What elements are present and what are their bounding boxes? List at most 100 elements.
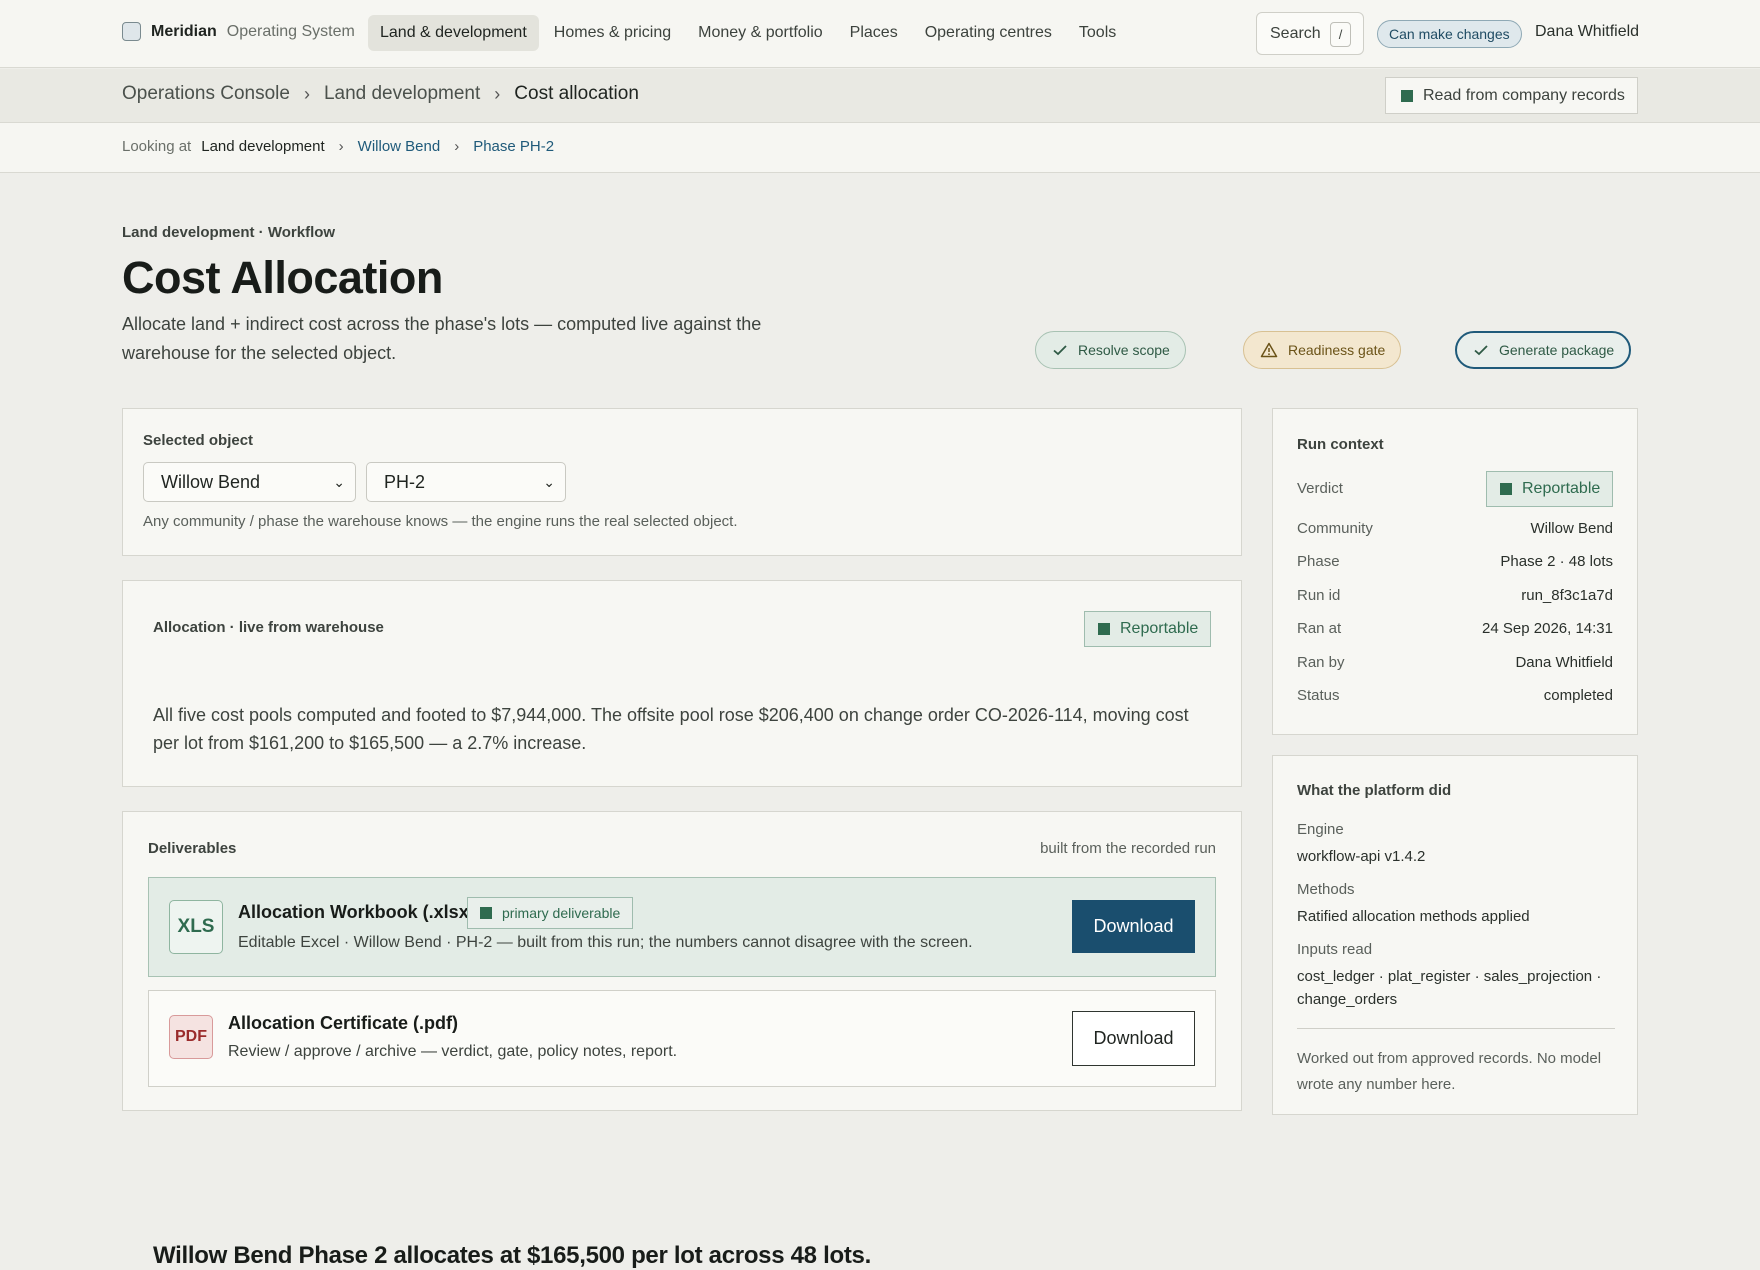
page-eyebrow: Land development · Workflow (122, 224, 336, 241)
chevron-down-icon: ⌄ (333, 474, 345, 490)
download-certificate-button[interactable]: Download (1072, 1011, 1195, 1066)
nav-places[interactable]: Places (838, 15, 910, 51)
run-row: Community Willow Bend (1297, 520, 1613, 542)
platform-footnote: Worked out from approved records. No mod… (1297, 1050, 1602, 1093)
run-row: Phase Phase 2 · 48 lots (1297, 553, 1613, 575)
run-row-key: Status (1297, 687, 1340, 704)
methods-label: Methods (1297, 881, 1355, 898)
brand-logo-icon (122, 22, 141, 41)
search-label: Search (1270, 24, 1321, 42)
selected-object-panel: Selected object Willow Bend ⌄ PH-2 ⌄ Any… (122, 408, 1242, 556)
step-resolve-scope[interactable]: Resolve scope (1035, 331, 1186, 369)
search-button[interactable]: Search / (1256, 12, 1364, 55)
primary-tag-label: primary deliverable (502, 905, 621, 921)
nav-operating-centres[interactable]: Operating centres (913, 15, 1064, 51)
run-row: Run id run_8f3c1a7d (1297, 587, 1613, 609)
run-row-value: completed (1543, 687, 1613, 704)
deliverables-note: built from the recorded run (1040, 840, 1216, 857)
context-label: Looking at (122, 138, 192, 155)
top-nav: Meridian Operating System Land & develop… (0, 0, 1760, 68)
step-generate-package[interactable]: Generate package (1455, 331, 1632, 369)
allocation-panel: Allocation · live from warehouse Reporta… (122, 580, 1242, 1269)
step-label: Generate package (1499, 342, 1615, 358)
primary-nav: Land & development Homes & pricing Money… (368, 15, 1131, 51)
chevron-right-icon: › (454, 138, 460, 155)
step-readiness-gate[interactable]: Readiness gate (1243, 331, 1402, 369)
breadcrumb: Operations Console › Land development › … (122, 83, 639, 105)
run-row: Status completed (1297, 687, 1613, 709)
context-community-link[interactable]: Willow Bend (358, 138, 441, 155)
community-select[interactable]: Willow Bend ⌄ (143, 462, 356, 502)
run-row-value: 24 Sep 2026, 14:31 (1482, 620, 1613, 637)
download-workbook-button[interactable]: Download (1072, 900, 1195, 953)
run-row-key: Ran at (1297, 620, 1342, 637)
run-row-key: Ran by (1297, 654, 1345, 671)
run-row-key: Run id (1297, 587, 1341, 604)
breadcrumb-land-development[interactable]: Land development (324, 83, 480, 105)
methods-value: Ratified allocation methods applied (1297, 908, 1530, 925)
status-square-icon (1401, 89, 1413, 102)
step-label: Resolve scope (1078, 342, 1170, 358)
reportable-badge: Reportable (1084, 611, 1211, 647)
deliverable-name: Allocation Certificate (.pdf) (228, 1013, 459, 1033)
permission-badge: Can make changes (1377, 20, 1522, 48)
chevron-right-icon: › (494, 83, 501, 104)
verdict-value: Reportable (1522, 480, 1601, 497)
platform-title: What the platform did (1297, 782, 1452, 799)
check-icon (1053, 345, 1067, 356)
breadcrumb-operations-console[interactable]: Operations Console (122, 83, 290, 105)
context-path: Looking at Land development › Willow Ben… (122, 138, 554, 155)
verdict-label: Verdict (1297, 480, 1343, 497)
nav-money-portfolio[interactable]: Money & portfolio (686, 15, 835, 51)
context-phase-link[interactable]: Phase PH-2 (473, 138, 554, 155)
records-source-button[interactable]: Read from company records (1385, 77, 1638, 114)
status-square-icon (480, 907, 492, 919)
run-row: Ran by Dana Whitfield (1297, 654, 1613, 676)
deliverables-label: Deliverables (148, 840, 237, 857)
records-source-label: Read from company records (1423, 86, 1625, 104)
allocation-label: Allocation · live from warehouse (153, 619, 384, 636)
primary-deliverable-tag: primary deliverable (467, 897, 634, 929)
brand-name: Meridian (151, 22, 217, 40)
page-title: Cost Allocation (122, 252, 443, 303)
run-row-key: Phase (1297, 553, 1340, 570)
run-row-value: Willow Bend (1530, 520, 1613, 537)
chevron-down-icon: ⌄ (543, 474, 555, 490)
user-menu[interactable]: Dana Whitfield (1535, 23, 1639, 41)
deliverable-name: Allocation Workbook (.xlsx) (238, 902, 475, 922)
context-level: Land development (201, 138, 325, 155)
run-row: Ran at 24 Sep 2026, 14:31 (1297, 620, 1613, 642)
divider (1297, 1028, 1615, 1029)
brand-subtitle: Operating System (226, 22, 355, 40)
status-square-icon (1500, 483, 1512, 495)
platform-panel: What the platform did Engine workflow-ap… (1272, 755, 1638, 1115)
chevron-right-icon: › (338, 138, 344, 155)
page-description: Allocate land + indirect cost across the… (122, 314, 762, 363)
allocation-headline: Willow Bend Phase 2 allocates at $165,50… (153, 1242, 871, 1269)
search-shortcut-key: / (1330, 22, 1351, 47)
engine-value: workflow-api v1.4.2 (1297, 848, 1426, 865)
nav-tools[interactable]: Tools (1067, 15, 1128, 51)
step-label: Readiness gate (1288, 342, 1386, 358)
verdict-badge: Reportable (1486, 471, 1613, 507)
warning-icon (1260, 342, 1278, 358)
deliverable-description: Review / approve / archive — verdict, ga… (228, 1043, 678, 1060)
breadcrumb-bar: Operations Console › Land development › … (0, 69, 1760, 123)
deliverable-certificate: PDF Allocation Certificate (.pdf) Review… (148, 990, 1216, 1087)
run-row-key: Community (1297, 520, 1373, 537)
run-row-value: Dana Whitfield (1515, 654, 1613, 671)
community-select-value: Willow Bend (161, 472, 261, 492)
phase-select-value: PH-2 (384, 472, 426, 492)
brand[interactable]: Meridian Operating System (122, 22, 355, 41)
selector-hint: Any community / phase the warehouse know… (143, 513, 738, 530)
nav-land-development[interactable]: Land & development (368, 15, 539, 51)
selected-object-label: Selected object (143, 432, 254, 449)
nav-homes-pricing[interactable]: Homes & pricing (542, 15, 683, 51)
breadcrumb-current: Cost allocation (514, 83, 639, 104)
deliverables-panel: Deliverables built from the recorded run… (122, 811, 1242, 1111)
run-row-value: Phase 2 · 48 lots (1500, 553, 1613, 570)
status-square-icon (1098, 623, 1110, 635)
inputs-label: Inputs read (1297, 941, 1373, 958)
deliverable-description: Editable Excel · Willow Bend · PH-2 — bu… (238, 934, 973, 951)
phase-select[interactable]: PH-2 ⌄ (366, 462, 566, 502)
